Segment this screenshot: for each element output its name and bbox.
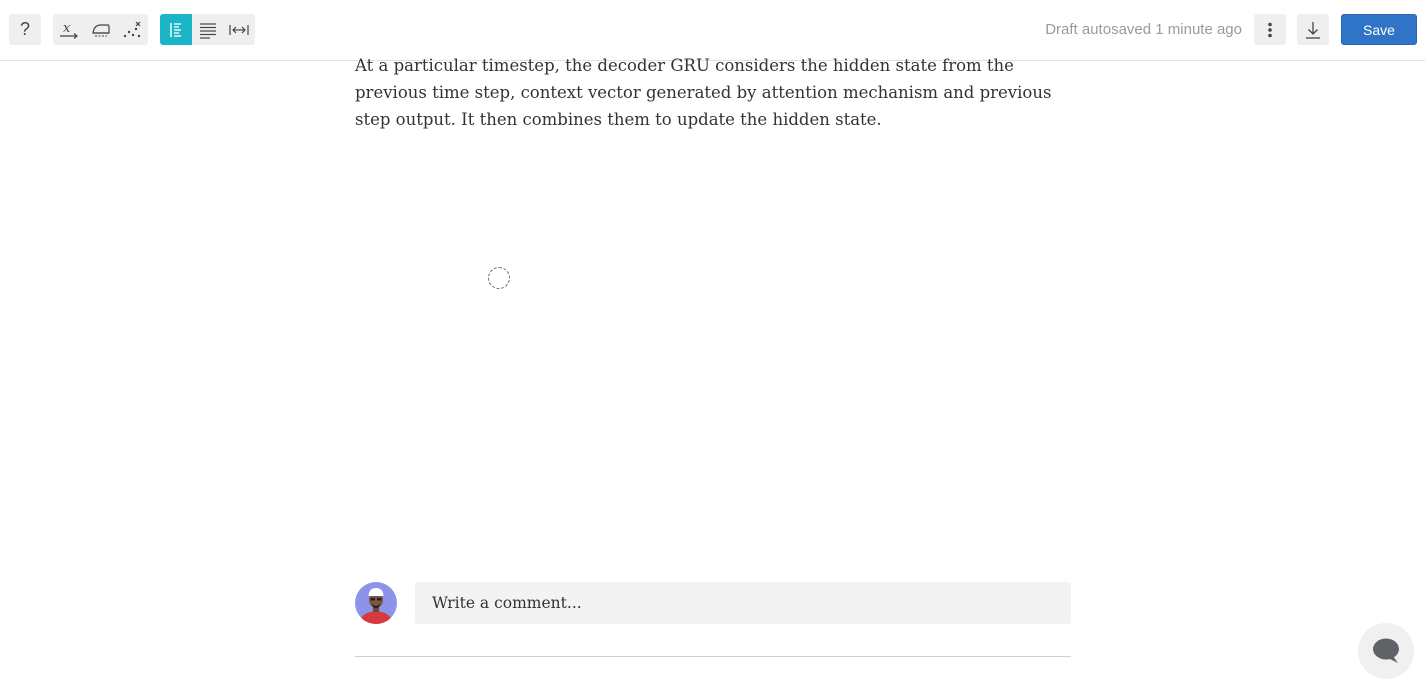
more-vertical-icon — [1268, 22, 1272, 37]
help-button[interactable]: ? — [9, 14, 41, 45]
divider — [355, 656, 1071, 657]
svg-text:x: x — [63, 21, 71, 36]
justify-icon — [199, 22, 216, 39]
scatter-button[interactable] — [116, 14, 148, 45]
question-icon: ? — [19, 19, 30, 39]
math-formula-icon: x — [60, 21, 78, 39]
align-left-icon — [170, 22, 181, 37]
chat-bubble-icon — [1373, 638, 1399, 663]
chat-button[interactable] — [1358, 623, 1414, 679]
more-options-button[interactable] — [1254, 14, 1286, 45]
autosave-status: Draft autosaved 1 minute ago — [1045, 21, 1242, 38]
clean-format-icon — [91, 23, 110, 36]
article-paragraph: At a particular timestep, the decoder GR… — [355, 56, 1052, 129]
comment-input[interactable]: Write a comment... — [415, 582, 1071, 624]
math-formula-button[interactable]: x — [53, 14, 85, 45]
justify-button[interactable] — [192, 14, 223, 45]
download-button[interactable] — [1297, 14, 1329, 45]
loading-spinner-icon — [488, 267, 510, 289]
align-left-button[interactable] — [160, 14, 192, 45]
width-toggle-icon — [229, 24, 249, 35]
download-icon — [1306, 21, 1320, 39]
scatter-icon — [123, 21, 141, 37]
avatar — [355, 582, 397, 624]
width-toggle-button[interactable] — [223, 14, 255, 45]
save-button[interactable]: Save — [1341, 14, 1417, 45]
clean-format-button[interactable] — [85, 14, 116, 45]
